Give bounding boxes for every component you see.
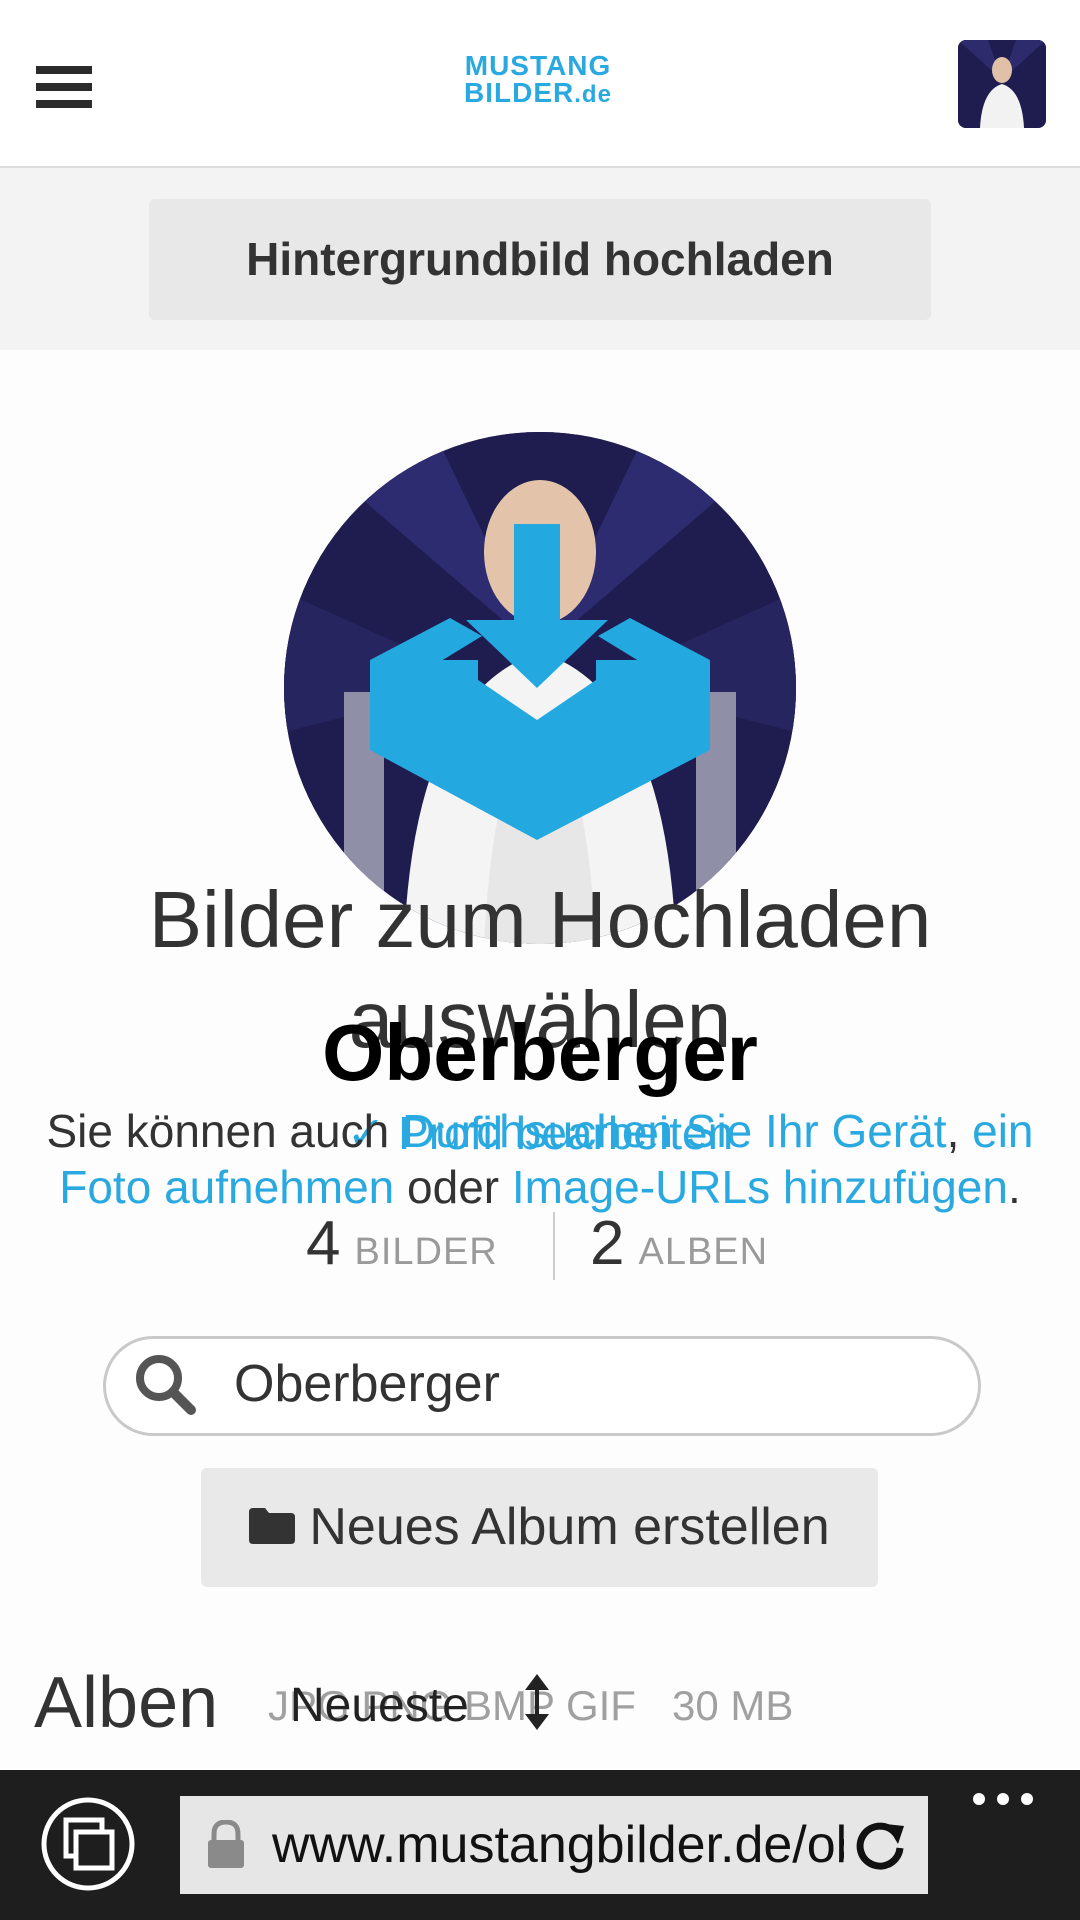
tabs-icon[interactable] xyxy=(40,1796,136,1892)
stat-albums[interactable]: 2 ALBEN xyxy=(590,1208,768,1279)
stats-divider xyxy=(553,1212,555,1280)
folder-icon xyxy=(249,1508,296,1545)
site-logo[interactable]: MUSTANG BILDER.de xyxy=(452,52,624,112)
upload-tray-icon[interactable] xyxy=(370,520,710,840)
search-icon xyxy=(136,1355,196,1415)
profile-stats: 4 BILDER 2 ALBEN xyxy=(300,1208,780,1278)
sort-dropdown[interactable]: Neueste xyxy=(290,1676,469,1736)
new-album-label: Neues Album erstellen xyxy=(309,1498,830,1556)
albums-heading: Alben xyxy=(34,1663,219,1743)
hamburger-menu-icon[interactable] xyxy=(36,66,92,108)
upload-description: Sie können auch Durchsuchen Sie Ihr Gerä… xyxy=(46,1105,1034,1213)
user-avatar[interactable] xyxy=(958,40,1046,128)
new-album-button[interactable]: Neues Album erstellen xyxy=(201,1468,878,1587)
logo-line1: MUSTANG xyxy=(464,50,612,81)
add-image-urls-link[interactable]: Image-URLs hinzufügen xyxy=(512,1161,1008,1213)
max-file-size: 30 MB xyxy=(672,1682,794,1729)
browse-device-link[interactable]: Durchsuchen Sie Ihr Gerät xyxy=(402,1105,947,1157)
sort-arrows-icon[interactable] xyxy=(525,1674,549,1730)
more-options-icon[interactable] xyxy=(970,1784,1036,1814)
stat-images[interactable]: 4 BILDER xyxy=(306,1208,498,1279)
upload-cover-button[interactable]: Hintergrundbild hochladen xyxy=(149,199,931,320)
search-input[interactable] xyxy=(232,1350,936,1418)
reload-icon[interactable] xyxy=(852,1818,908,1874)
logo-line2: BILDER.de xyxy=(464,77,612,109)
url-text[interactable]: www.mustangbilder.de/oberberger xyxy=(272,1808,844,1882)
lock-icon xyxy=(208,1820,244,1868)
profile-name: Oberberger xyxy=(322,1008,758,1097)
